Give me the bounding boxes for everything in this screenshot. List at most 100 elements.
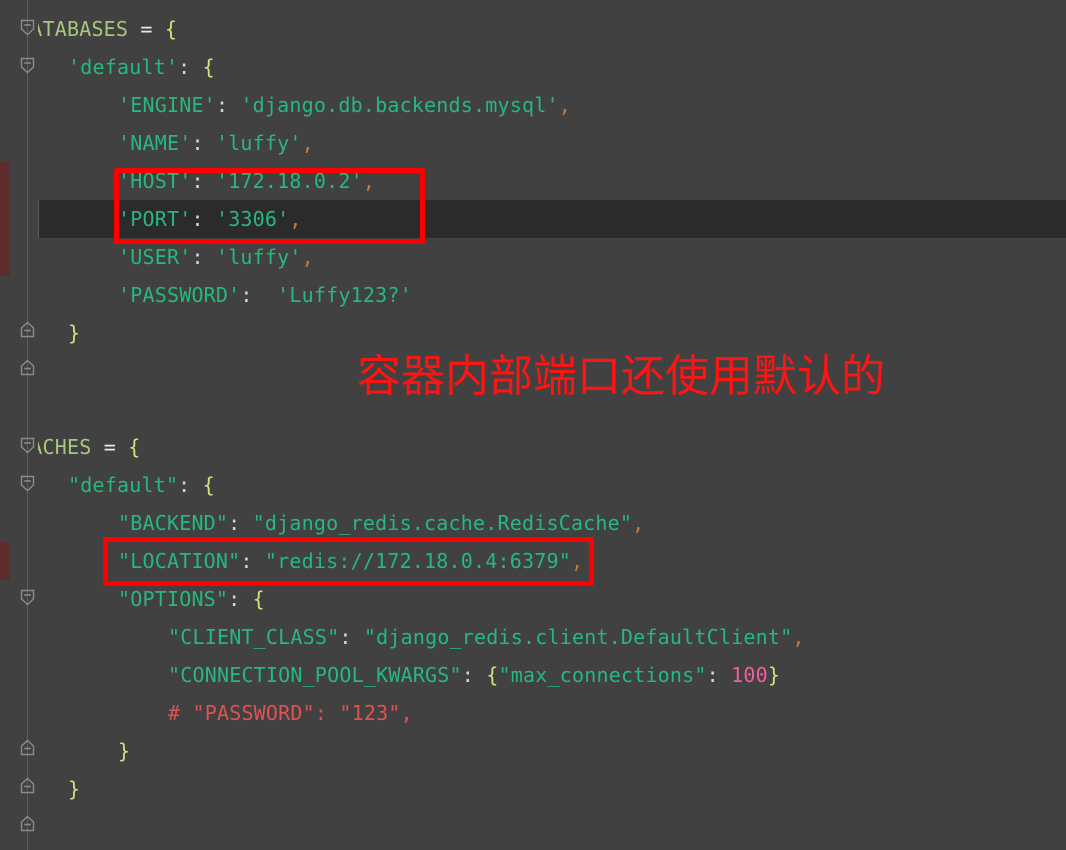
code-token: "LOCATION" [118, 549, 241, 573]
code-token: "default" [68, 473, 179, 497]
code-line-text: 'PASSWORD': 'Luffy123?' [0, 276, 412, 314]
fold-expand-icon[interactable] [20, 359, 35, 376]
code-line[interactable]: DATABASES = { [0, 10, 1066, 48]
code-token: : [191, 131, 204, 155]
code-line[interactable]: } [0, 732, 1066, 770]
code-token: 'NAME' [118, 131, 192, 155]
code-token: } [68, 777, 81, 801]
code-token: , [289, 207, 302, 231]
fold-expand-icon[interactable] [20, 739, 35, 756]
code-token: } [118, 739, 131, 763]
code-token: : [228, 511, 241, 535]
code-token: 100 [731, 663, 768, 687]
code-line-text: "CONNECTION_POOL_KWARGS": {"max_connecti… [0, 656, 780, 694]
code-line[interactable]: "BACKEND": "django_redis.cache.RedisCach… [0, 504, 1066, 542]
fold-expand-icon[interactable] [20, 777, 35, 794]
fold-collapse-icon[interactable] [20, 475, 35, 492]
code-token: : [191, 245, 204, 269]
code-token: , [792, 625, 805, 649]
annotation-note-text: 容器内部端口还使用默认的 [357, 351, 885, 402]
code-token: : [339, 625, 352, 649]
code-token: = [91, 435, 129, 459]
code-token: { [486, 663, 499, 687]
code-line[interactable]: 'HOST': '172.18.0.2', [0, 162, 1066, 200]
code-line-text: 'USER': 'luffy', [0, 238, 314, 276]
code-token: "django_redis.client.DefaultClient" [363, 625, 793, 649]
vcs-change-marker[interactable] [0, 542, 10, 580]
code-token: "BACKEND" [118, 511, 229, 535]
code-token: , [301, 245, 314, 269]
code-token: "CONNECTION_POOL_KWARGS" [168, 663, 462, 687]
code-token: : [706, 663, 719, 687]
code-line[interactable]: "OPTIONS": { [0, 580, 1066, 618]
fold-expand-icon[interactable] [20, 321, 35, 338]
code-token: 'luffy' [215, 131, 302, 155]
code-token: '3306' [215, 207, 290, 231]
code-token: : [191, 207, 204, 231]
code-line-text: # "PASSWORD": "123", [0, 694, 413, 732]
code-line[interactable]: } [0, 770, 1066, 808]
vcs-change-marker[interactable] [0, 162, 10, 276]
code-line[interactable]: 'NAME': 'luffy', [0, 124, 1066, 162]
code-token: { [202, 473, 215, 497]
code-token: , [558, 93, 571, 117]
code-token: "redis://172.18.0.4:6379" [264, 549, 571, 573]
code-token: , [570, 549, 584, 573]
code-token: 'USER' [118, 245, 192, 269]
code-line[interactable]: "default": { [0, 466, 1066, 504]
code-line[interactable]: "CONNECTION_POOL_KWARGS": {"max_connecti… [0, 656, 1066, 694]
code-token: "django_redis.cache.RedisCache" [252, 511, 633, 535]
code-line[interactable]: "CLIENT_CLASS": "django_redis.client.Def… [0, 618, 1066, 656]
fold-collapse-icon[interactable] [20, 437, 35, 454]
code-line-text: 'PORT': '3306', [0, 200, 302, 238]
code-token: : [178, 55, 191, 79]
code-line[interactable]: 'ENGINE': 'django.db.backends.mysql', [0, 86, 1066, 124]
editor-gutter[interactable] [0, 0, 38, 850]
code-line[interactable]: } [0, 314, 1066, 352]
code-editor[interactable]: DATABASES = {'default': {'ENGINE': 'djan… [0, 0, 1066, 850]
fold-expand-icon[interactable] [20, 815, 35, 832]
code-line[interactable]: 'PORT': '3306', [0, 200, 1066, 238]
code-line-text: "CLIENT_CLASS": "django_redis.client.Def… [0, 618, 805, 656]
fold-collapse-icon[interactable] [20, 57, 35, 74]
code-line[interactable]: } [0, 808, 1066, 846]
code-token: , [362, 169, 376, 193]
code-token: '172.18.0.2' [215, 169, 363, 193]
code-token: 'PORT' [118, 207, 192, 231]
code-line[interactable]: "LOCATION": "redis://172.18.0.4:6379", [0, 542, 1066, 580]
code-token: 'PASSWORD' [118, 283, 241, 307]
code-line[interactable]: 'USER': 'luffy', [0, 238, 1066, 276]
code-token: # "PASSWORD": "123", [168, 701, 413, 725]
code-token: } [68, 321, 81, 345]
code-token: "OPTIONS" [118, 587, 229, 611]
gutter-divider-line [27, 0, 28, 850]
fold-collapse-icon[interactable] [20, 589, 35, 606]
code-token: = [128, 17, 165, 41]
code-token: { [128, 435, 141, 459]
code-token: 'HOST' [118, 169, 192, 193]
code-token: : [461, 663, 475, 687]
code-line-text: 'ENGINE': 'django.db.backends.mysql', [0, 86, 571, 124]
code-area[interactable]: DATABASES = {'default': {'ENGINE': 'djan… [0, 0, 1066, 850]
code-line[interactable]: CACHES = { [0, 428, 1066, 466]
code-token: , [301, 131, 314, 155]
code-line[interactable]: 'PASSWORD': 'Luffy123?' [0, 276, 1066, 314]
code-line[interactable]: # "PASSWORD": "123", [0, 694, 1066, 732]
code-token: : [228, 587, 241, 611]
code-token: 'luffy' [215, 245, 302, 269]
code-token: : [178, 473, 191, 497]
code-line[interactable]: 'default': { [0, 48, 1066, 86]
fold-collapse-icon[interactable] [20, 19, 35, 36]
code-line-text: 'NAME': 'luffy', [0, 124, 314, 162]
code-token: 'django.db.backends.mysql' [240, 93, 559, 117]
code-token: : [191, 169, 204, 193]
